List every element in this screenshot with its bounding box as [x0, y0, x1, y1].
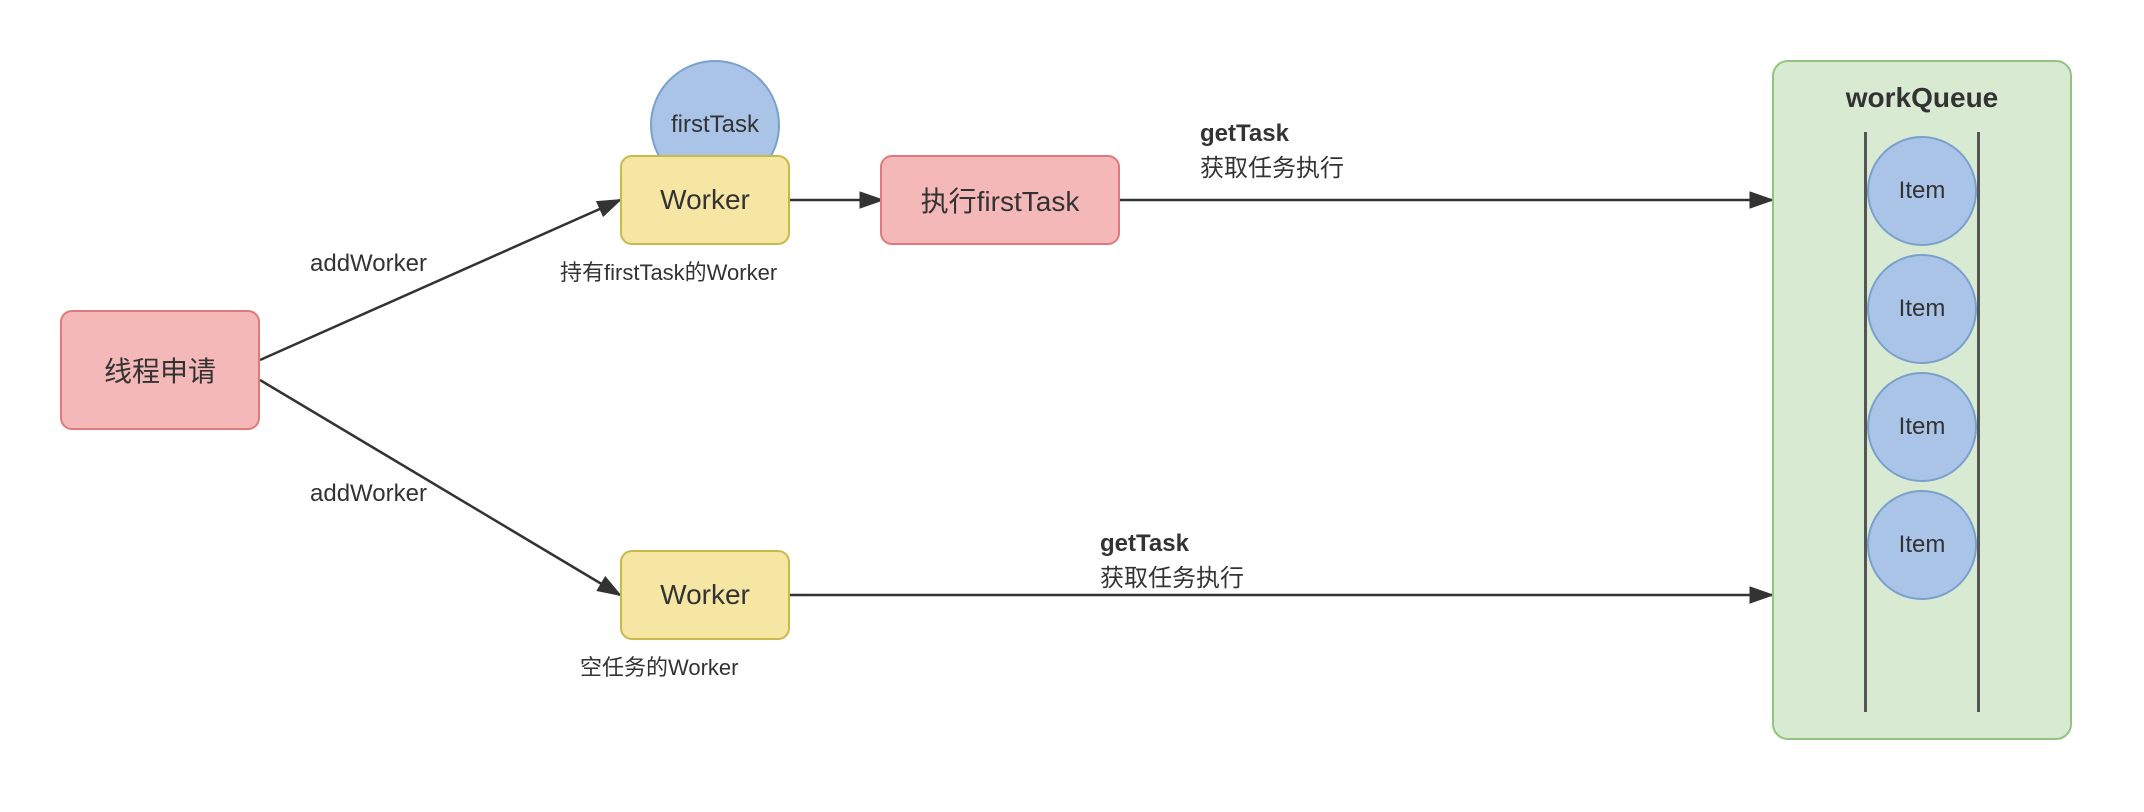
work-queue-label: workQueue	[1846, 82, 1998, 114]
work-queue-items: Item Item Item Item	[1867, 132, 1977, 604]
queue-item-2: Item	[1867, 254, 1977, 364]
worker1-box: Worker	[620, 155, 790, 245]
empty-task-label: 空任务的Worker	[580, 650, 739, 682]
worker2-box: Worker	[620, 550, 790, 640]
queue-item-3: Item	[1867, 372, 1977, 482]
get-task-label-upper: getTask 获取任务执行	[1200, 120, 1344, 183]
queue-item-4: Item	[1867, 490, 1977, 600]
queue-item-1: Item	[1867, 136, 1977, 246]
hold-first-task-label: 持有firstTask的Worker	[560, 255, 777, 287]
get-task-label-lower: getTask 获取任务执行	[1100, 530, 1244, 593]
diagram-container: 线程申请 addWorker addWorker firstTask Worke…	[0, 0, 2144, 812]
add-worker-label-upper: addWorker	[310, 250, 427, 278]
add-worker-label-lower: addWorker	[310, 480, 427, 508]
execute-first-task-box: 执行firstTask	[880, 155, 1120, 245]
thread-request-box: 线程申请	[60, 310, 260, 430]
vline-right	[1977, 132, 1980, 712]
work-queue-container: workQueue Item Item Item Item	[1772, 60, 2072, 740]
